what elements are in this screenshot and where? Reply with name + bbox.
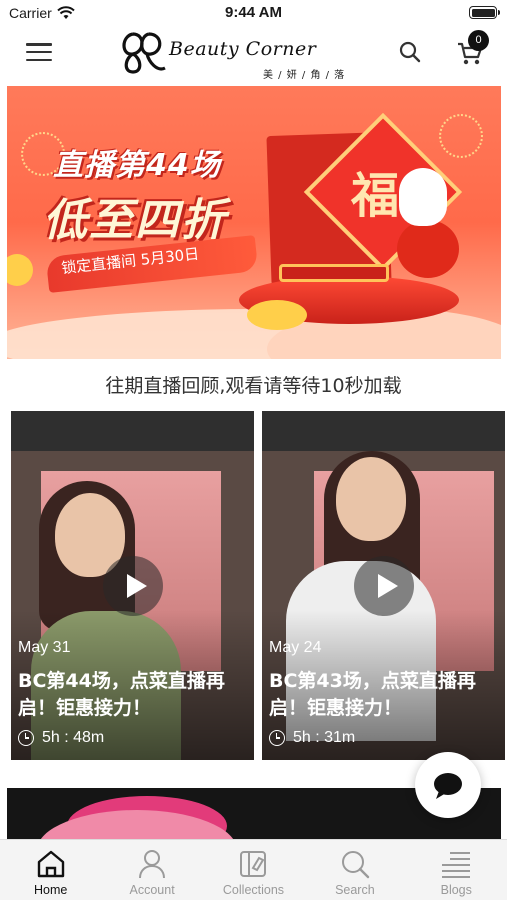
presenter-image — [336, 457, 406, 541]
chat-bubble-icon — [434, 773, 462, 799]
tab-search[interactable]: Search — [304, 840, 405, 900]
section-title: 往期直播回顾,观看请等待10秒加载 — [105, 375, 402, 397]
status-time: 9:44 AM — [225, 4, 282, 21]
bottom-tab-bar: Home Account Collections Search Blogs — [0, 839, 507, 900]
tab-home[interactable]: Home — [0, 840, 101, 900]
scroll-decoration — [279, 264, 389, 282]
promo-banner[interactable]: 福 直播第44场 低至四折 锁定直播间 5月30日 — [7, 86, 501, 359]
video-duration: 5h : 31m — [269, 729, 355, 747]
tab-collections[interactable]: Collections — [203, 840, 304, 900]
tab-label: Collections — [222, 883, 285, 897]
lantern-decoration — [397, 220, 459, 278]
video-date: May 24 — [269, 639, 322, 656]
cart-count-badge: 0 — [468, 30, 489, 51]
logo-text: Beauty Corner — [169, 38, 317, 60]
menu-icon[interactable] — [26, 41, 52, 63]
account-icon — [139, 850, 166, 879]
video-title: BC第44场，点菜直播再启！钜惠接力！ — [18, 670, 225, 719]
tab-blogs[interactable]: Blogs — [406, 840, 507, 900]
brand-logo[interactable]: Beauty Corner 美 / 妍 / 角 / 落 — [119, 28, 344, 81]
firework-decoration — [439, 114, 483, 158]
search-icon[interactable] — [398, 40, 422, 64]
tab-label: Search — [335, 883, 375, 897]
blogs-icon — [442, 852, 471, 878]
video-card[interactable]: May 31 BC第44场，点菜直播再启！钜惠接力！ 5h : 48m — [11, 411, 254, 760]
banner-title-line1: 直播第44场 — [53, 148, 221, 183]
battery-icon — [469, 6, 500, 19]
gold-ingot-decoration — [247, 300, 307, 330]
play-icon[interactable] — [354, 556, 414, 616]
home-icon — [37, 850, 64, 878]
app-header: Beauty Corner 美 / 妍 / 角 / 落 0 — [0, 28, 507, 81]
clock-icon — [18, 730, 34, 746]
tab-account[interactable]: Account — [101, 840, 202, 900]
search-icon — [341, 851, 370, 879]
video-duration-text: 5h : 31m — [293, 729, 356, 746]
tab-label: Account — [129, 883, 175, 897]
video-card[interactable]: May 24 BC第43场，点菜直播再启！钜惠接力！ 5h : 31m — [262, 411, 505, 760]
collections-icon — [240, 851, 267, 877]
video-date: May 31 — [18, 639, 71, 656]
banner-title-line2: 低至四折 — [43, 195, 227, 246]
logo-subtext: 美 / 妍 / 角 / 落 — [263, 70, 346, 81]
clock-icon — [269, 730, 285, 746]
status-bar: Carrier 9:44 AM — [0, 0, 507, 28]
card-backdrop — [262, 411, 505, 451]
bunny-decoration — [399, 168, 447, 226]
fu-character: 福 — [351, 168, 400, 224]
chat-button[interactable] — [415, 752, 481, 818]
video-duration-text: 5h : 48m — [42, 729, 105, 746]
video-duration: 5h : 48m — [18, 729, 104, 747]
video-title: BC第43场，点菜直播再启！钜惠接力！ — [269, 670, 476, 719]
coin-decoration — [7, 254, 33, 286]
tab-label: Home — [34, 883, 68, 897]
play-icon[interactable] — [103, 556, 163, 616]
tab-label: Blogs — [440, 883, 472, 897]
card-backdrop — [11, 411, 254, 451]
logo-monogram-icon — [122, 32, 166, 74]
